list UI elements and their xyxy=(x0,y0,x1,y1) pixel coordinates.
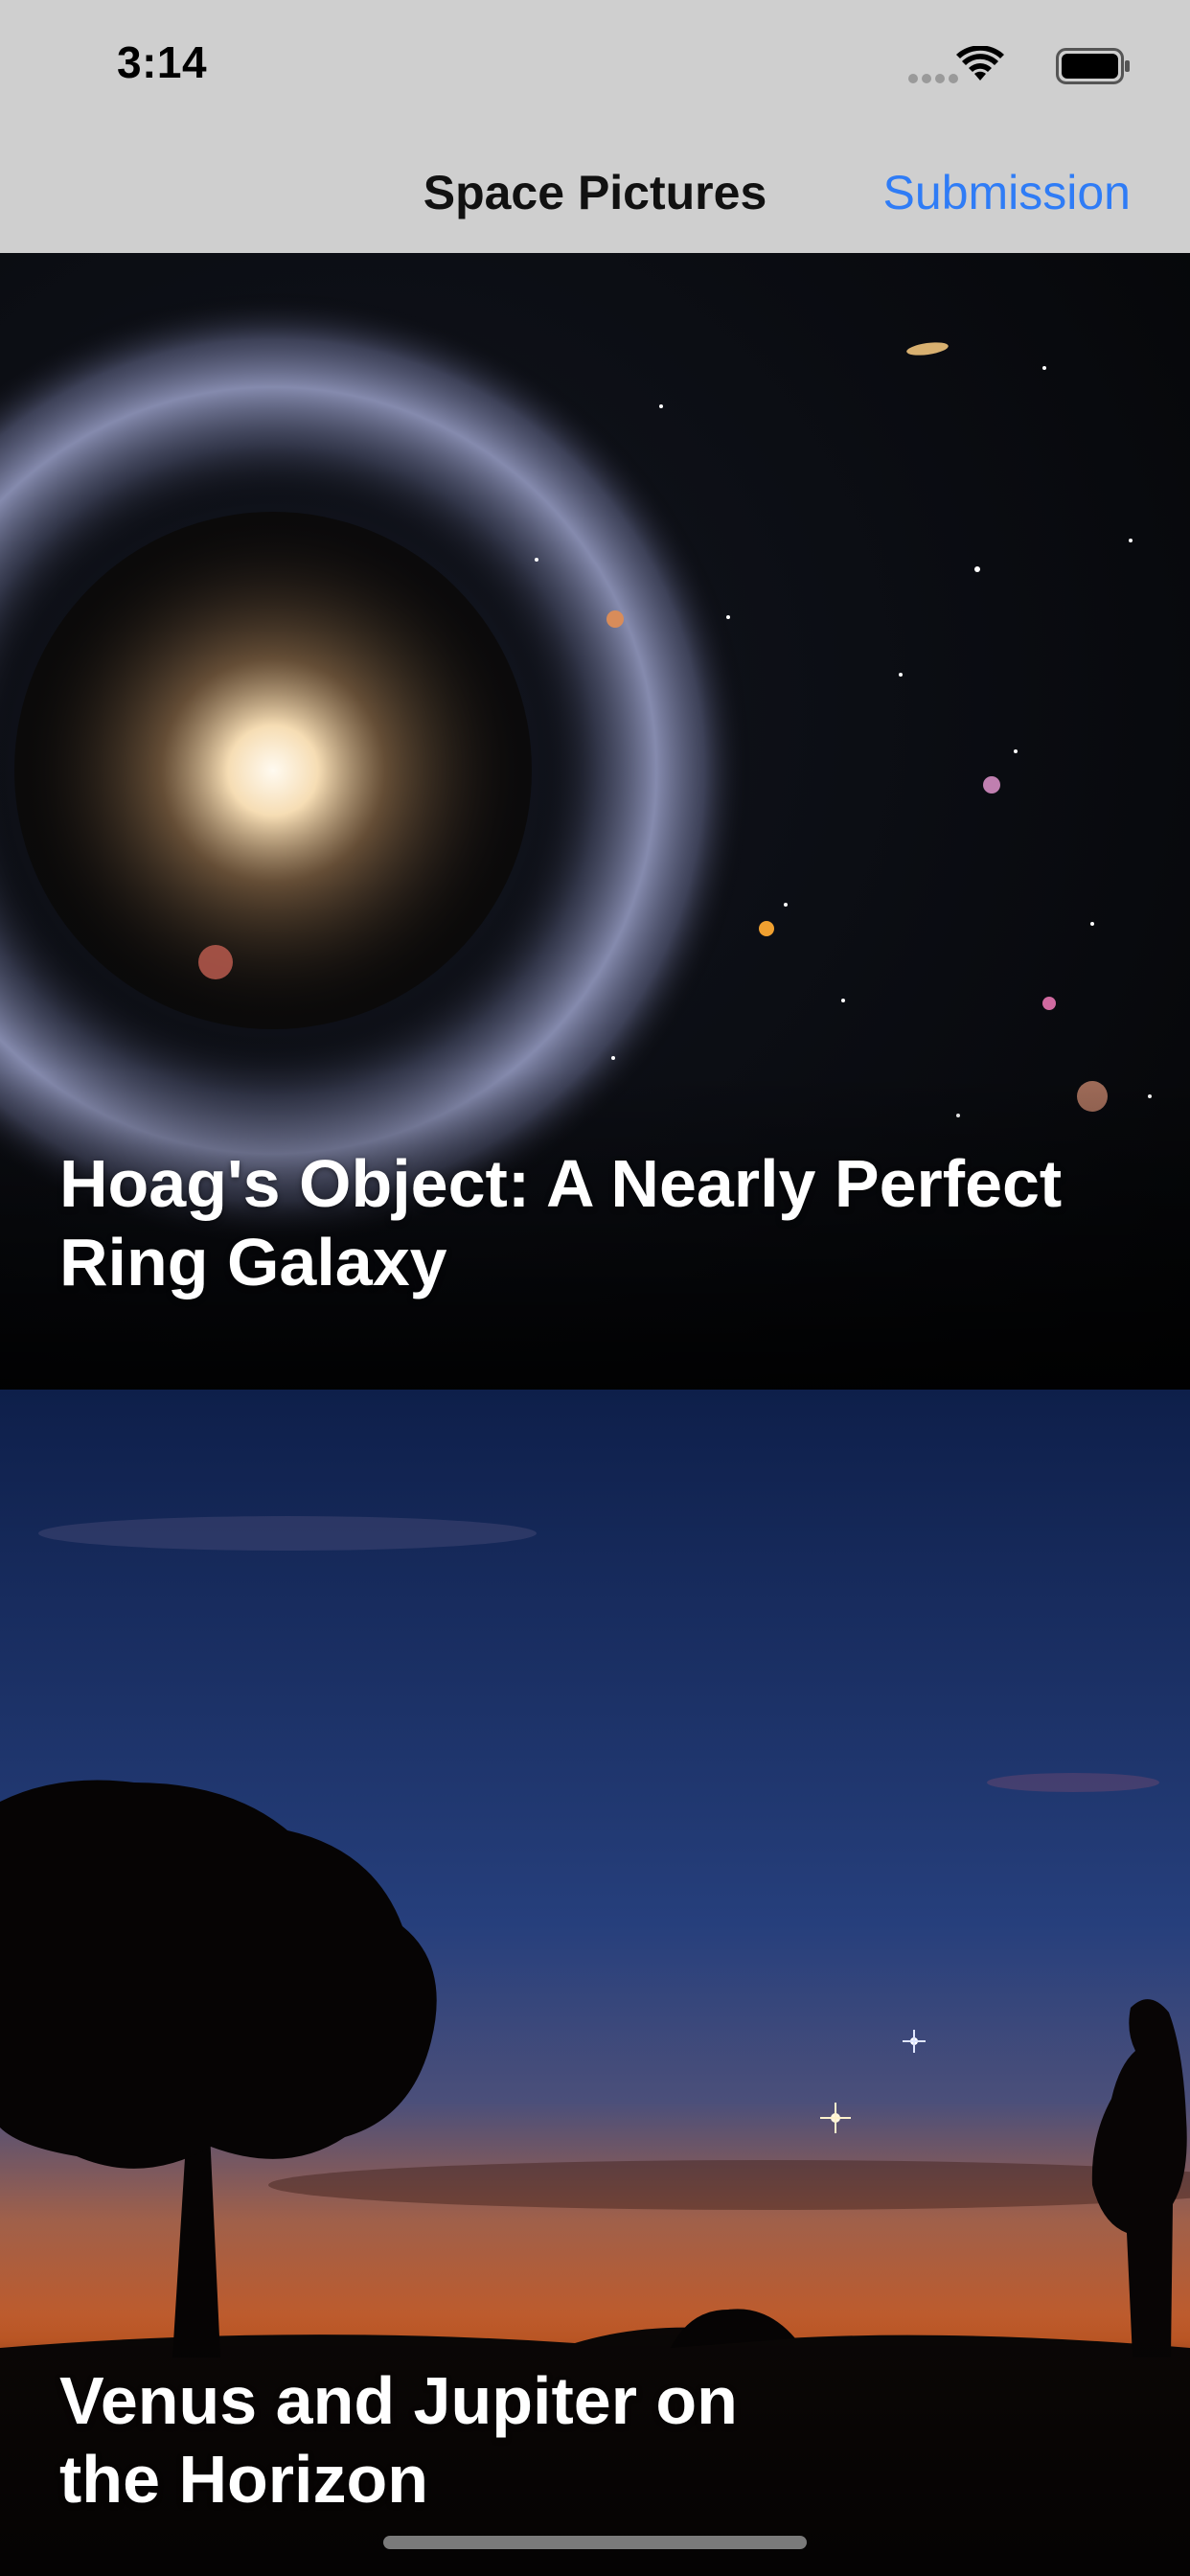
picture-card[interactable]: Hoag's Object: A Nearly Perfect Ring Gal… xyxy=(0,253,1190,1390)
submission-button[interactable]: Submission xyxy=(883,165,1131,220)
wifi-icon xyxy=(956,46,1004,80)
picture-card[interactable]: Venus and Jupiter on the Horizon xyxy=(0,1390,1190,2576)
navigation-bar: Space Pictures Submission xyxy=(0,126,1190,253)
battery-icon xyxy=(1056,48,1130,84)
status-icons xyxy=(843,44,1131,84)
status-bar: 3:14 xyxy=(0,0,1190,126)
status-time: 3:14 xyxy=(117,37,208,87)
picture-title: Venus and Jupiter on the Horizon xyxy=(59,2363,738,2517)
picture-title: Hoag's Object: A Nearly Perfect Ring Gal… xyxy=(59,1146,1063,1300)
home-indicator[interactable] xyxy=(383,2536,807,2549)
cellular-signal-icon xyxy=(908,71,962,88)
